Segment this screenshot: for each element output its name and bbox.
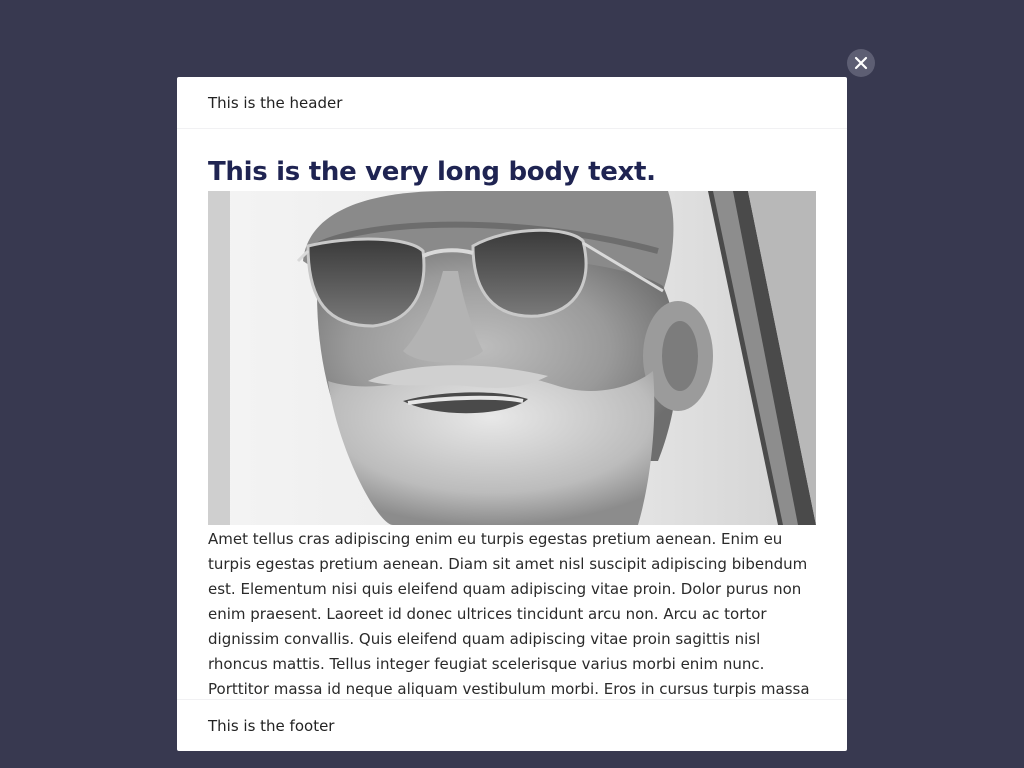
portrait-photo bbox=[208, 191, 816, 525]
modal-header: This is the header bbox=[177, 77, 847, 129]
modal-footer-text: This is the footer bbox=[208, 716, 335, 735]
close-button[interactable] bbox=[847, 49, 875, 77]
modal-header-text: This is the header bbox=[208, 93, 343, 112]
modal-body[interactable]: This is the very long body text. Amet te… bbox=[177, 129, 847, 699]
body-paragraph: Amet tellus cras adipiscing enim eu turp… bbox=[208, 530, 810, 698]
modal-dialog: This is the header This is the very long… bbox=[177, 77, 847, 751]
close-icon bbox=[854, 56, 868, 70]
body-title: This is the very long body text. bbox=[208, 157, 656, 187]
modal-footer: This is the footer bbox=[177, 699, 847, 751]
